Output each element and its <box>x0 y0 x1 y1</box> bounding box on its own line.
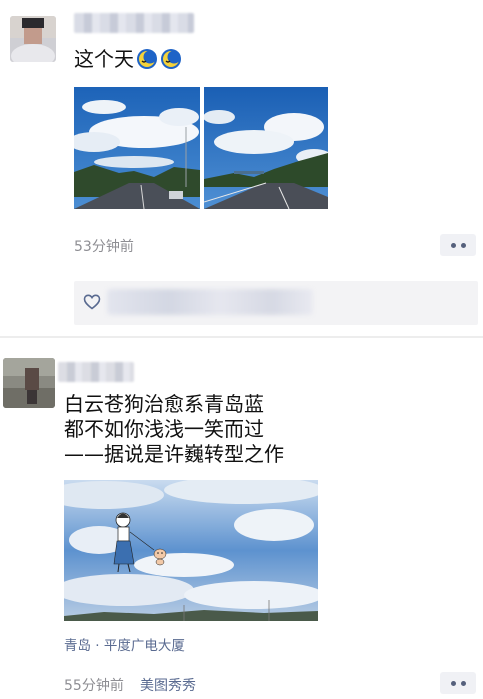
liker-name-blurred[interactable] <box>107 289 313 315</box>
heart-outline-icon <box>83 294 101 310</box>
nickname-blurred[interactable] <box>58 362 134 382</box>
avatar[interactable] <box>3 358 55 408</box>
post-time: 55分钟前 <box>64 678 124 694</box>
post-text-line: 白云苍狗治愈系青岛蓝 <box>64 392 264 416</box>
moment-post-2: 白云苍狗治愈系青岛蓝 都不如你浅浅一笑而过 ——据说是许巍转型之作 青岛 · 平… <box>0 338 483 699</box>
post-text-line: ——据说是许巍转型之作 <box>64 442 284 466</box>
more-dots-icon[interactable] <box>440 234 476 256</box>
post-time: 53分钟前 <box>74 239 134 255</box>
post-text-line: 都不如你浅浅一笑而过 <box>64 417 264 441</box>
moment-post-1: 这个天 53分钟前 <box>0 0 483 336</box>
post-text: 白云苍狗治愈系青岛蓝 都不如你浅浅一笑而过 ——据说是许巍转型之作 <box>64 392 284 467</box>
nickname-blurred[interactable] <box>74 13 194 33</box>
sleepy-moon-emoji-icon <box>136 48 158 70</box>
likes-panel <box>74 281 478 325</box>
sky-clouds-highway-photo[interactable] <box>204 87 328 209</box>
source-app-link[interactable]: 美图秀秀 <box>140 675 196 695</box>
more-dots-icon[interactable] <box>440 672 476 694</box>
sleepy-moon-emoji-icon <box>160 48 182 70</box>
location-link[interactable]: 青岛 · 平度广电大厦 <box>64 634 185 654</box>
post-text: 这个天 <box>74 46 182 72</box>
avatar[interactable] <box>10 16 56 62</box>
sky-clouds-cartoon-girl-dog-photo[interactable] <box>64 480 318 621</box>
sky-clouds-road-photo[interactable] <box>74 87 200 209</box>
post-text-label: 这个天 <box>74 47 134 71</box>
